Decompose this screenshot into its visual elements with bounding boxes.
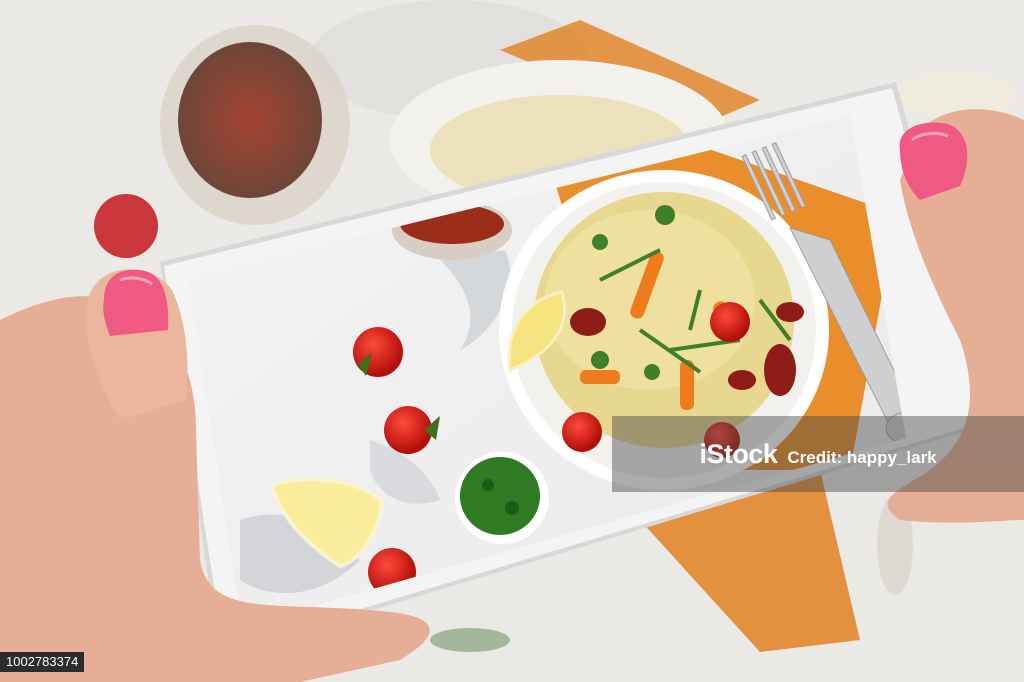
food-photo-illustration: [0, 0, 1024, 682]
watermark-credit: Credit: happy_lark: [787, 448, 937, 467]
watermark-banner: iStock Credit: happy_lark: [612, 416, 1024, 492]
image-id-label: 1002783374: [0, 652, 85, 672]
photo-scene: iStock Credit: happy_lark 1002783374: [0, 0, 1024, 682]
watermark-logo: iStock: [699, 438, 778, 469]
